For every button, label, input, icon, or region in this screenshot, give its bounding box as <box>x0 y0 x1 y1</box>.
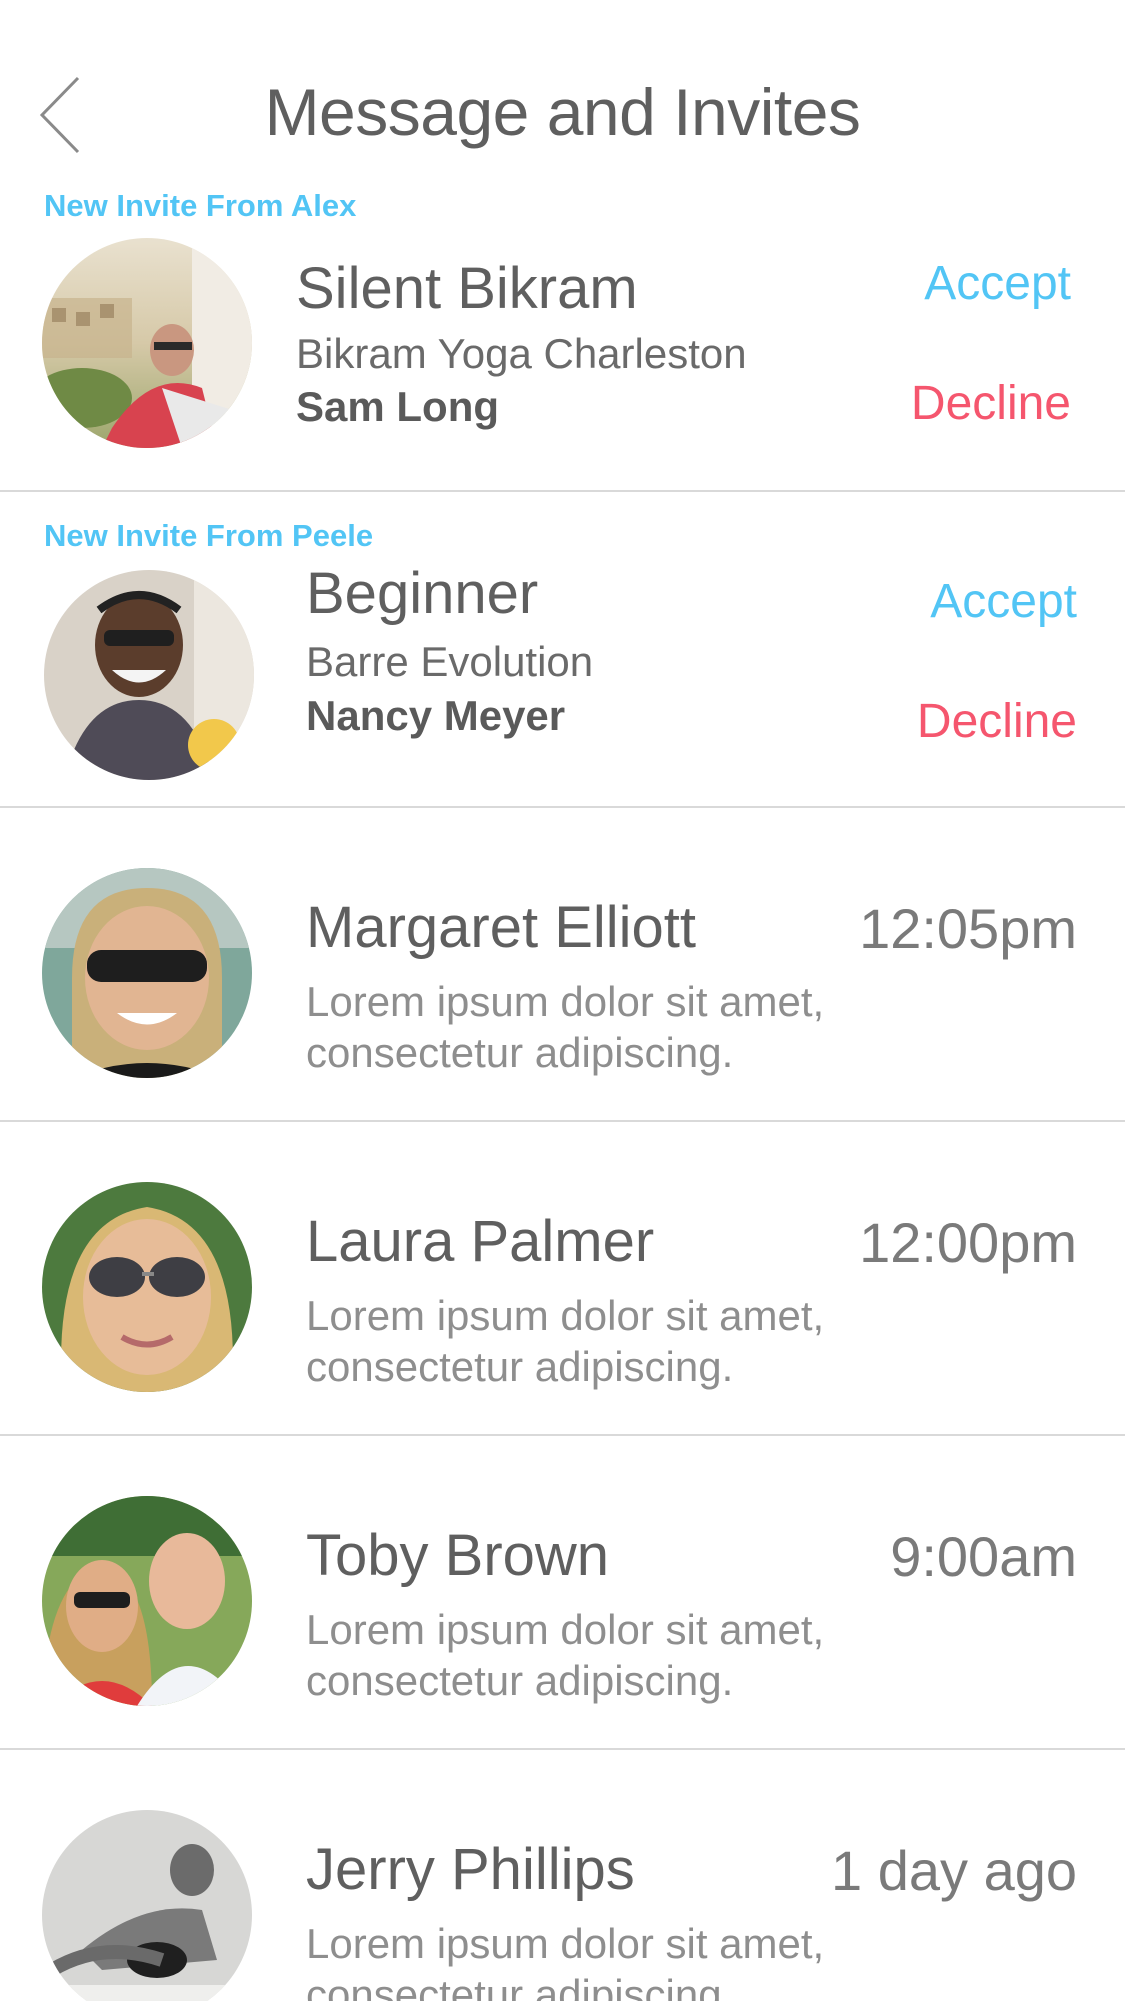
avatar <box>42 1496 252 1706</box>
message-preview: Lorem ipsum dolor sit amet, consectetur … <box>306 978 825 1076</box>
message-preview: Lorem ipsum dolor sit amet, consectetur … <box>306 1920 825 2001</box>
message-preview: Lorem ipsum dolor sit amet, consectetur … <box>306 1292 825 1390</box>
message-sender: Jerry Phillips <box>306 1837 635 1902</box>
header: Message and Invites <box>0 0 1125 180</box>
invite-studio: Barre Evolution <box>306 638 594 685</box>
decline-button[interactable]: Decline <box>837 694 1077 749</box>
avatar <box>42 238 252 448</box>
message-time: 9:00am <box>890 1525 1077 1588</box>
list-item[interactable]: Jerry Phillips 1 day ago Lorem ipsum dol… <box>0 1750 1125 2001</box>
message-time: 12:00pm <box>859 1211 1077 1274</box>
avatar <box>44 570 254 780</box>
message-time: 12:05pm <box>859 897 1077 960</box>
invite-class-name: Beginner <box>306 561 539 626</box>
invite-host: Sam Long <box>296 383 500 430</box>
message-sender: Margaret Elliott <box>306 895 697 960</box>
invite-card: New Invite From Alex Silent Bikram Bikra… <box>0 180 1125 490</box>
invite-class-name: Silent Bikram <box>296 256 638 321</box>
list-item[interactable]: Margaret Elliott 12:05pm Lorem ipsum dol… <box>0 808 1125 1122</box>
invite-from-label: New Invite From Alex <box>44 188 357 223</box>
decline-button[interactable]: Decline <box>831 376 1071 431</box>
invite-host: Nancy Meyer <box>306 692 566 739</box>
list-item[interactable]: Toby Brown 9:00am Lorem ipsum dolor sit … <box>0 1436 1125 1750</box>
avatar <box>42 1810 252 2001</box>
messages-screen: Message and Invites New Invite From Alex <box>0 0 1125 2001</box>
message-sender: Laura Palmer <box>306 1209 655 1274</box>
accept-button[interactable]: Accept <box>831 256 1071 311</box>
invite-card: New Invite From Peele Beginner Barre Evo… <box>0 492 1125 808</box>
message-preview: Lorem ipsum dolor sit amet, consectetur … <box>306 1606 825 1704</box>
message-time: 1 day ago <box>831 1839 1077 1902</box>
invite-from-label: New Invite From Peele <box>44 518 374 553</box>
accept-button[interactable]: Accept <box>837 574 1077 629</box>
message-sender: Toby Brown <box>306 1523 610 1588</box>
invite-studio: Bikram Yoga Charleston <box>296 330 747 377</box>
avatar <box>42 1182 252 1392</box>
avatar <box>42 868 252 1078</box>
page-title: Message and Invites <box>264 75 861 149</box>
list-item[interactable]: Laura Palmer 12:00pm Lorem ipsum dolor s… <box>0 1122 1125 1436</box>
